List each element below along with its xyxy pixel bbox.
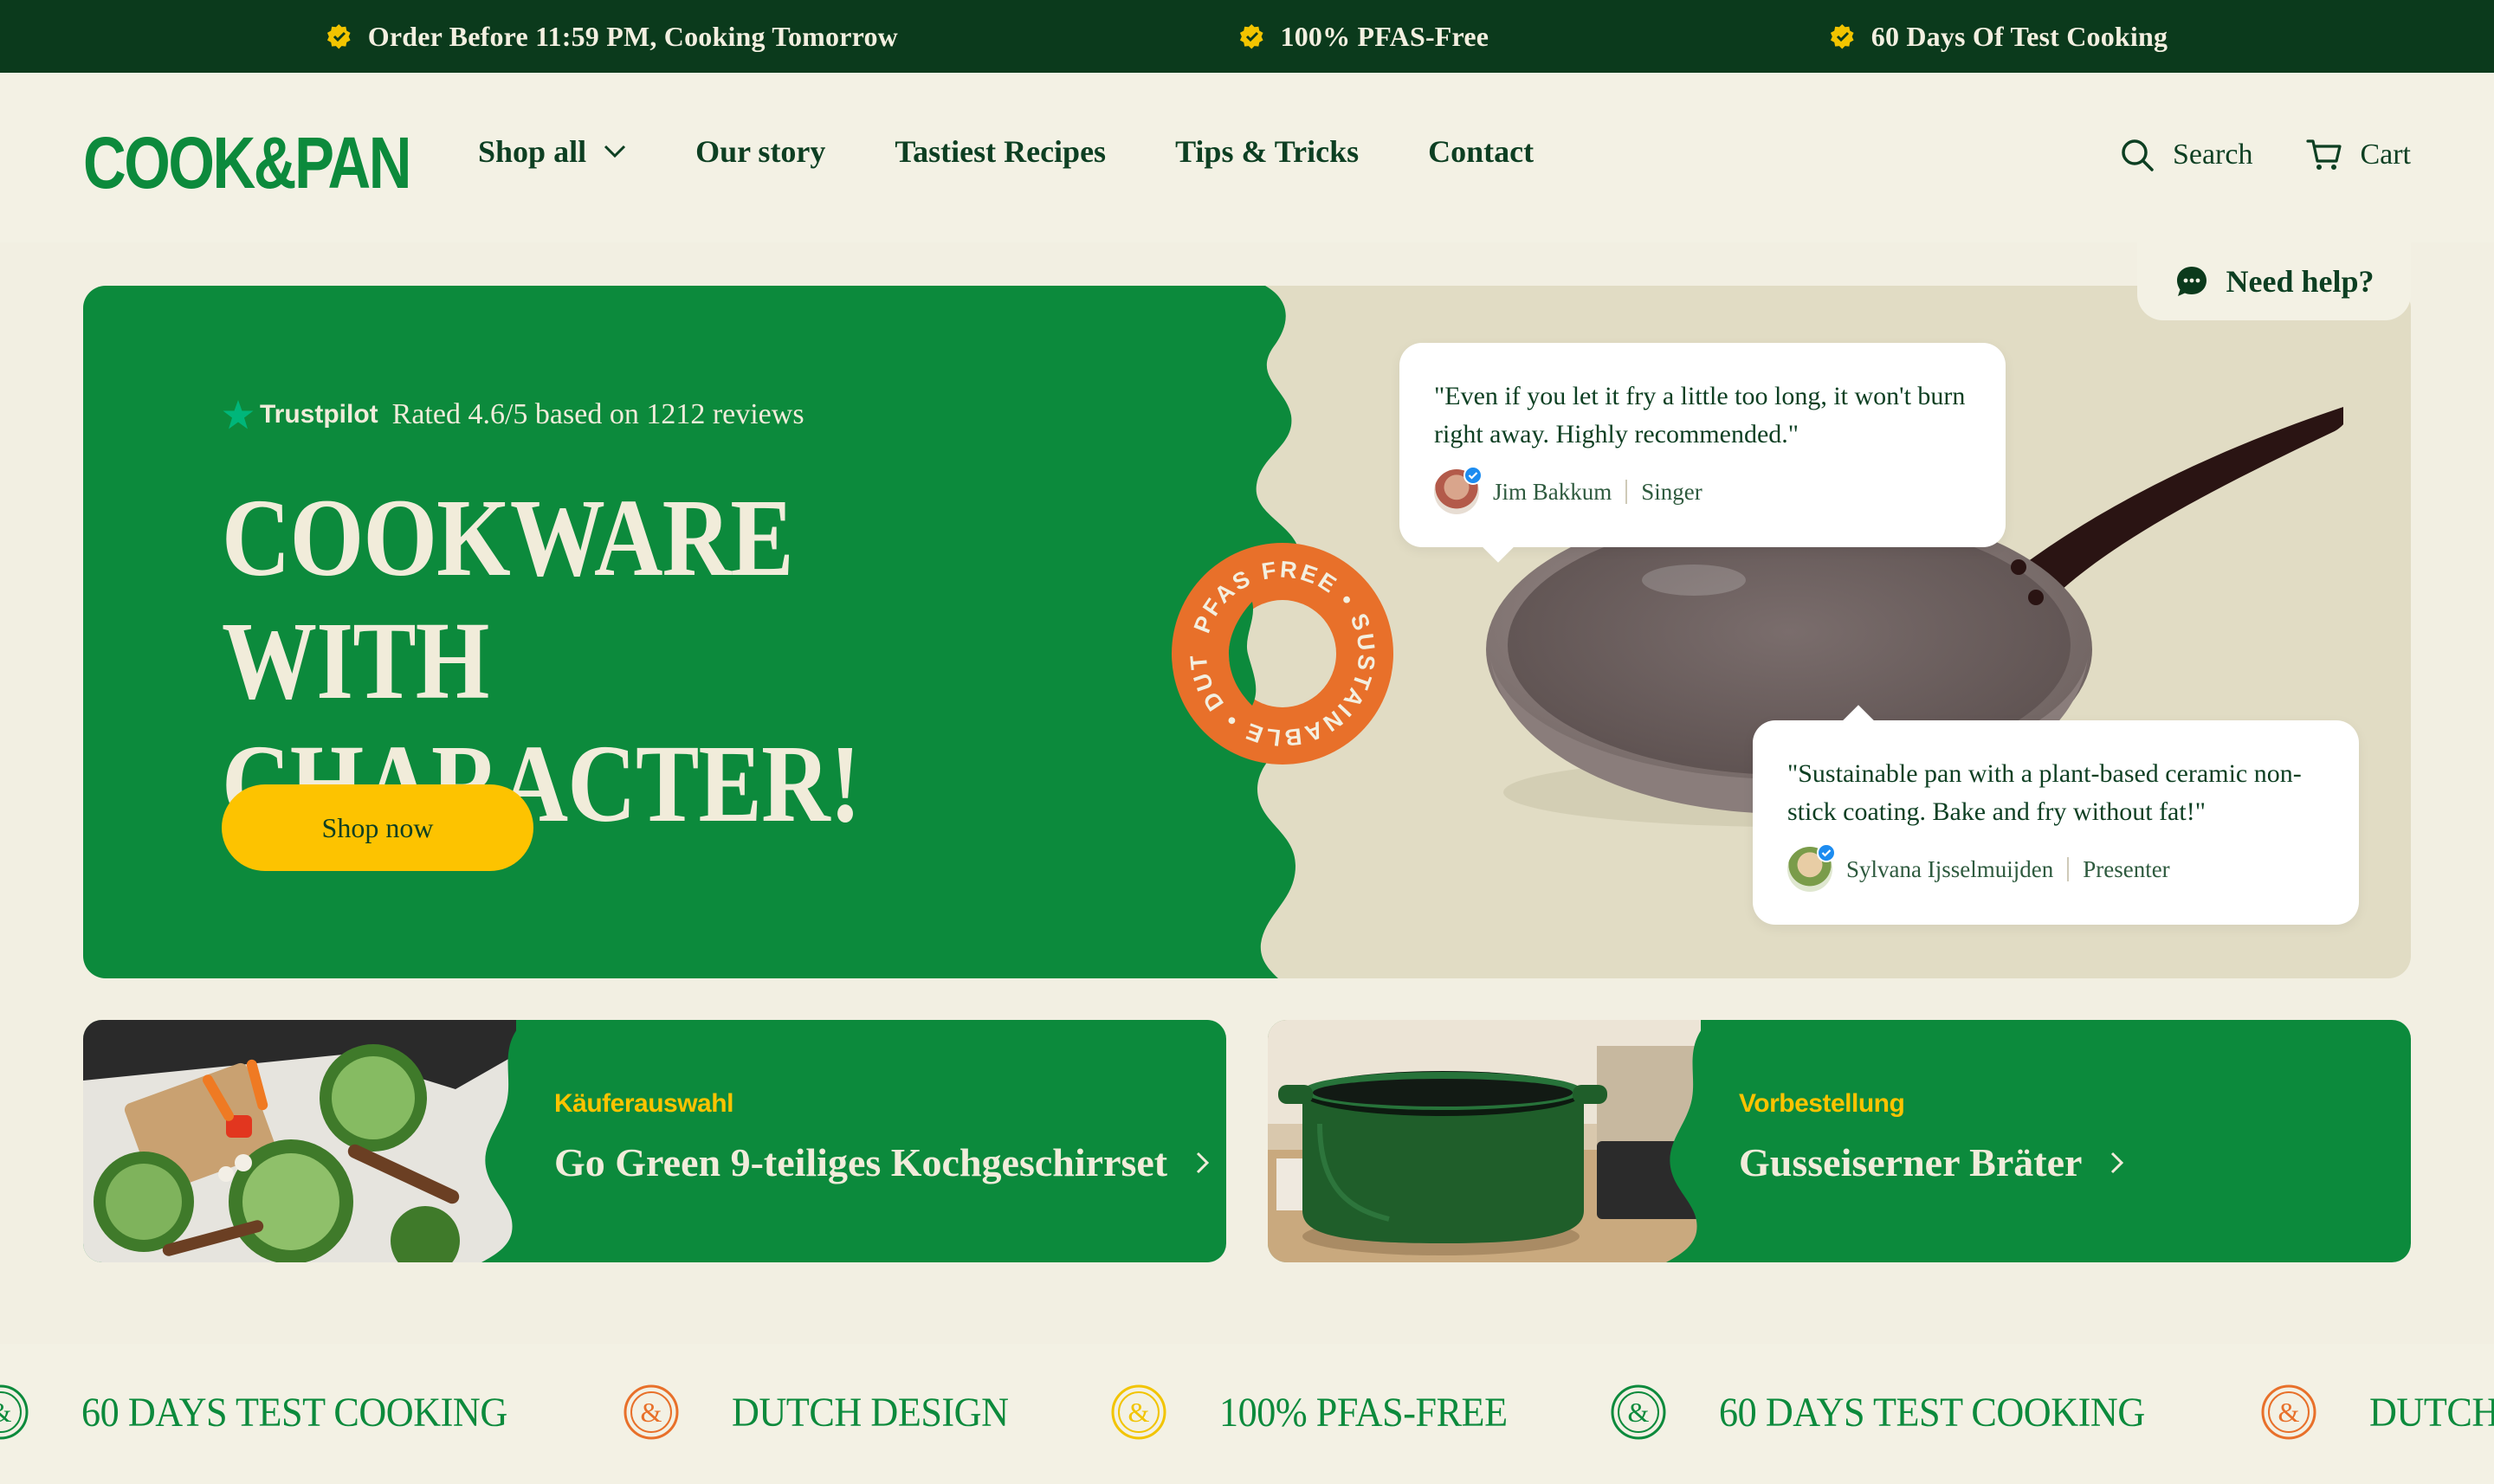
ampersand-icon: & [2261,1384,2316,1440]
svg-text:&: & [1127,1397,1149,1428]
ampersand-icon: & [1111,1384,1166,1440]
trustpilot-logo: Trustpilot [222,398,378,431]
svg-text:&: & [0,1397,12,1428]
pfas-free-stamp: PFAS FREE • SUSTAINABLE • DUTCH DESIGN • [1170,541,1393,765]
usp-item: 60 Days Of Test Cooking [1830,21,2168,53]
cast-iron-pot-image [1268,1020,1701,1262]
card-eyebrow: Käuferauswahl [554,1089,733,1118]
card-eyebrow: Vorbestellung [1739,1089,1905,1118]
site-header: COOK&PAN Shop all Our story Tastiest Rec… [0,73,2494,242]
trustpilot-brand: Trustpilot [260,400,378,429]
author-name: Jim Bakkum [1493,478,1612,505]
author-name: Sylvana Ijsselmuijden [1846,855,2054,882]
usp-marquee: & 60 DAYS TEST COOKING & DUTCH DESIGN & 100% … [0,1344,2494,1484]
usp-text: 60 Days Of Test Cooking [1870,20,2168,52]
search-icon [2122,139,2154,171]
marquee-item: & DUTCH DESIGN [623,1384,1032,1441]
verified-badge-icon [1817,843,1836,862]
check-badge-icon [326,23,351,49]
marquee-text: 60 DAYS TEST COOKING [1719,1389,2146,1436]
star-icon [223,400,254,429]
chevron-right-icon [1197,1152,1210,1173]
nav-item-label: Contact [1428,134,1535,169]
search-label: Search [2172,139,2253,171]
nav-item-tips-tricks[interactable]: Tips & Tricks [1175,133,1359,170]
need-help-button[interactable]: Need help? [2137,242,2411,320]
shop-now-button[interactable]: Shop now [222,784,533,871]
marquee-item: & 60 DAYS TEST COOKING [1610,1384,2182,1441]
usp-item: Order Before 11:59 PM, Cooking Tomorrow [326,21,898,53]
testimonial-text: "Sustainable pan with a plant-based cera… [1787,759,2302,826]
verified-badge-icon [1463,466,1483,485]
cart-label: Cart [2360,139,2411,171]
rating-text: Rated 4.6/5 based on 1212 reviews [391,398,804,430]
divider [1625,480,1628,504]
avatar [1787,843,1836,892]
header-actions: Search Cart [2119,137,2411,173]
marquee-text: 100% PFAS-FREE [1218,1389,1508,1436]
card-wave-edge [481,1020,559,1262]
marquee-text: DUTCH DESIGN [2368,1389,2494,1436]
svg-text:&: & [2278,1397,2299,1428]
testimonial-text: "Even if you let it fry a little too lon… [1434,382,1966,448]
marquee-text: 60 DAYS TEST COOKING [81,1389,507,1436]
nav-item-tastiest-recipes[interactable]: Tastiest Recipes [895,133,1106,170]
nav-item-label: Tips & Tricks [1175,134,1360,169]
card-title: Go Green 9-teiliges Kochgeschirrset [554,1139,1212,1185]
svg-text:&: & [640,1397,662,1428]
svg-text:&: & [1628,1397,1650,1428]
testimonial-author: Sylvana Ijsselmuijden Presenter [1787,843,2324,892]
author-role: Singer [1641,478,1703,505]
ampersand-icon: & [1611,1384,1666,1440]
nav-item-label: Tastiest Recipes [895,134,1107,169]
marquee-item: & 100% PFAS-FREE [1110,1384,1533,1441]
avatar [1434,466,1483,514]
main-nav: Shop all Our story Tastiest Recipes Tips… [478,133,1603,170]
check-badge-icon [1239,23,1263,49]
check-badge-icon [1830,23,1854,49]
search-button[interactable]: Search [2119,137,2253,173]
testimonial-card: "Even if you let it fry a little too lon… [1399,343,2006,563]
chevron-right-icon [2111,1152,2124,1173]
marquee-item: & DUTCH DESIGN [2260,1384,2494,1441]
product-card-cast-iron-pot[interactable]: Vorbestellung Gusseiserner Bräter [1268,1020,2411,1262]
marquee-text: DUTCH DESIGN [731,1389,1009,1436]
testimonial-card: "Sustainable pan with a plant-based cera… [1753,705,2359,925]
ampersand-icon: & [0,1384,29,1440]
author-role: Presenter [2083,855,2170,882]
cart-icon [2306,139,2342,170]
usp-text: 100% PFAS-Free [1280,20,1489,52]
card-title-text: Gusseiserner Bräter [1739,1140,2083,1184]
trustpilot-rating[interactable]: Trustpilot Rated 4.6/5 based on 1212 rev… [222,398,804,431]
brand-logo[interactable]: COOK&PAN [83,126,411,199]
usp-item: 100% PFAS-Free [1239,21,1489,53]
cookware-set-image [83,1020,516,1262]
chevron-down-icon [604,145,626,158]
nav-item-label: Our story [695,134,826,169]
card-title-text: Go Green 9-teiliges Kochgeschirrset [554,1140,1168,1184]
marquee-track: & 60 DAYS TEST COOKING & DUTCH DESIGN & 100% … [0,1384,2494,1441]
ampersand-icon: & [624,1384,679,1440]
chat-bubble-icon [2176,267,2206,296]
card-title: Gusseiserner Bräter [1739,1139,2127,1185]
nav-item-our-story[interactable]: Our story [695,133,825,170]
testimonial-author: Jim Bakkum Singer [1434,466,1971,514]
nav-item-contact[interactable]: Contact [1428,133,1534,170]
nav-item-label: Shop all [478,134,587,169]
cart-button[interactable]: Cart [2306,137,2411,173]
nav-item-shop-all[interactable]: Shop all [478,133,626,170]
divider [2067,857,2070,881]
usp-text: Order Before 11:59 PM, Cooking Tomorrow [367,20,898,52]
need-help-label: Need help? [2226,264,2374,299]
hero-banner: Trustpilot Rated 4.6/5 based on 1212 rev… [83,286,2411,978]
announcement-bar: Order Before 11:59 PM, Cooking Tomorrow … [0,0,2494,73]
hero-title-line: COOKWARE WITH [222,476,794,722]
card-wave-edge [1666,1020,1744,1262]
marquee-item: & 60 DAYS TEST COOKING [0,1384,545,1441]
product-card-cookware-set[interactable]: Käuferauswahl Go Green 9-teiliges Kochge… [83,1020,1226,1262]
